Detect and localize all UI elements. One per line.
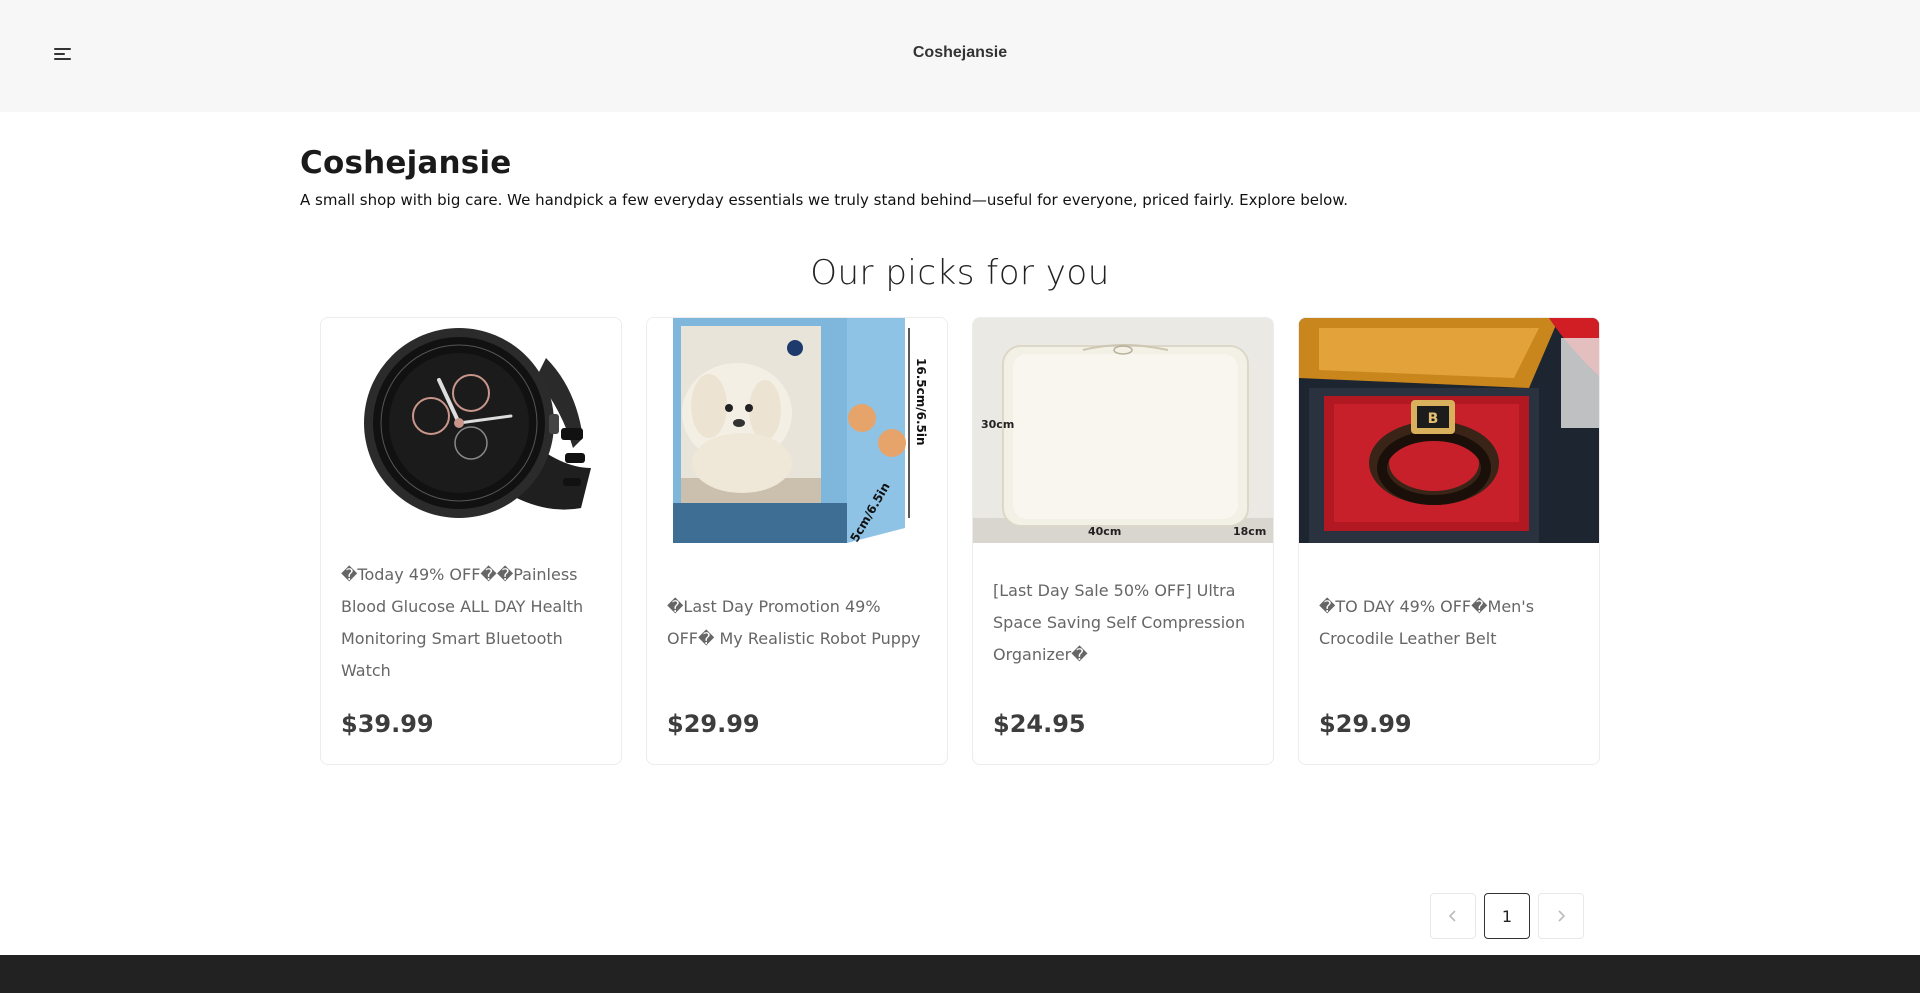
product-image-belt[interactable]: B (1299, 318, 1599, 543)
product-price: $39.99 (341, 710, 434, 738)
section-title: Our picks for you (810, 253, 1110, 293)
pagination-next-button[interactable] (1538, 893, 1584, 939)
svg-text:B: B (1428, 411, 1439, 427)
shop-description: A small shop with big care. We handpick … (300, 191, 1348, 209)
product-card[interactable]: B �TO DAY 49% OFF�Men's Crocodile Leathe… (1298, 317, 1600, 765)
dimension-depth-label: 18cm (1233, 525, 1266, 538)
product-title[interactable]: [Last Day Sale 50% OFF] Ultra Space Savi… (993, 575, 1257, 671)
product-image-watch[interactable] (321, 318, 621, 543)
product-price: $29.99 (1319, 710, 1412, 738)
product-title[interactable]: �Last Day Promotion 49% OFF� My Realisti… (667, 591, 931, 655)
product-image-organizer[interactable]: 30cm 40cm 18cm (973, 318, 1273, 543)
shop-title: Coshejansie (300, 145, 512, 181)
chevron-right-icon (1558, 910, 1566, 922)
product-card[interactable]: 16.5cm/6.5in 5cm/6.5in �Last Day Promoti… (646, 317, 948, 765)
header-brand[interactable]: Coshejansie (0, 44, 1920, 62)
pagination-page-1[interactable]: 1 (1484, 893, 1530, 939)
product-image-robot-puppy[interactable]: 16.5cm/6.5in 5cm/6.5in (647, 318, 947, 543)
page-footer (0, 955, 1920, 993)
top-header: Coshejansie (0, 0, 1920, 112)
pagination-prev-button[interactable] (1430, 893, 1476, 939)
product-title[interactable]: �Today 49% OFF��Painless Blood Glucose A… (341, 559, 605, 687)
product-card[interactable]: 30cm 40cm 18cm [Last Day Sale 50% OFF] U… (972, 317, 1274, 765)
dimension-height-label: 16.5cm/6.5in (914, 358, 928, 446)
product-title[interactable]: �TO DAY 49% OFF�Men's Crocodile Leather … (1319, 591, 1583, 655)
product-price: $24.95 (993, 710, 1086, 738)
product-price: $29.99 (667, 710, 760, 738)
dimension-height-label: 30cm (981, 418, 1014, 431)
shop-intro: Coshejansie A small shop with big care. … (300, 145, 1620, 209)
dimension-width-label: 40cm (1088, 525, 1121, 538)
product-card[interactable]: �Today 49% OFF��Painless Blood Glucose A… (320, 317, 622, 765)
chevron-left-icon (1448, 910, 1456, 922)
